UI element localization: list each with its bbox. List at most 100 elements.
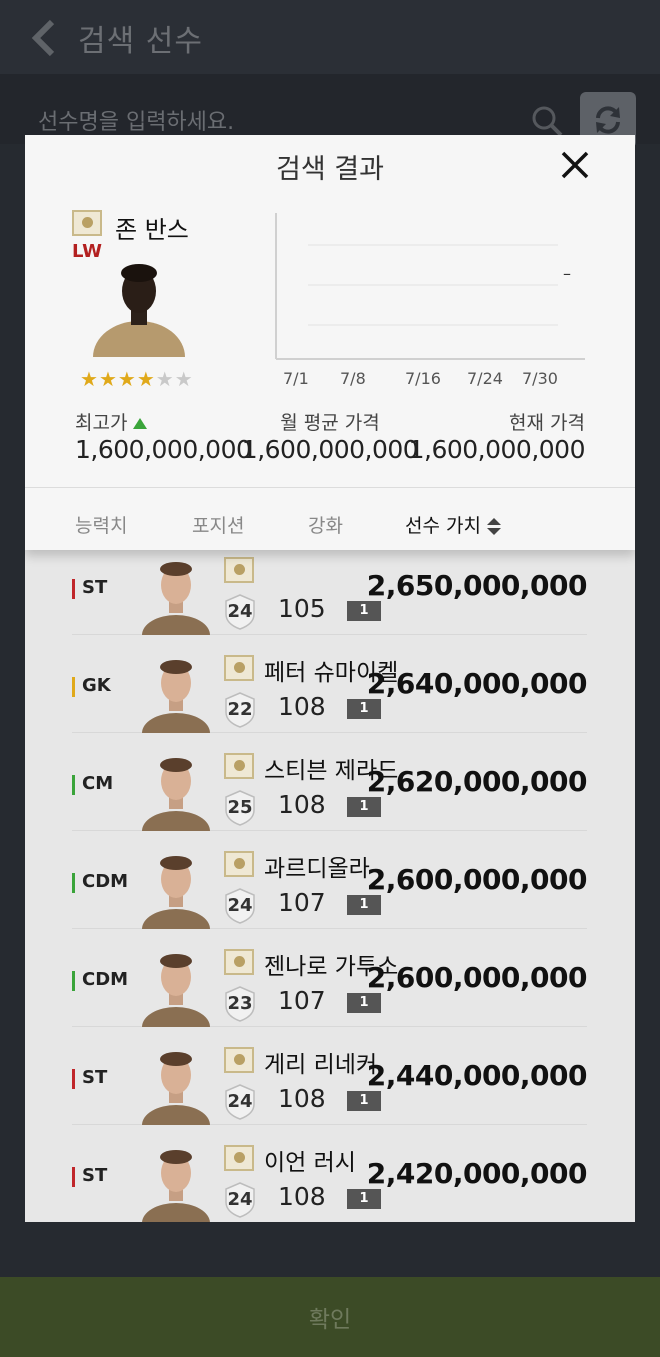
list-item[interactable]: GK 페터 슈마이켈 22 108 1 2,640,000,000 — [72, 635, 588, 733]
favorite-icon[interactable] — [224, 557, 254, 583]
overall-rating: 108 — [278, 1084, 326, 1113]
star-icon: ★ — [117, 367, 137, 391]
close-button[interactable] — [557, 147, 593, 183]
page-title: 검색 선수 — [78, 24, 203, 59]
x-tick-label: 7/24 — [467, 369, 503, 388]
list-item[interactable]: CDM 젠나로 가투소 23 107 1 2,600,000,000 — [72, 929, 588, 1027]
player-price: 2,650,000,000 — [366, 569, 588, 602]
enhance-grade-badge: 1 — [347, 797, 381, 817]
x-tick-label: 7/1 — [283, 369, 309, 388]
search-icon[interactable] — [530, 104, 564, 138]
season-number: 24 — [227, 1189, 253, 1210]
player-price: 2,420,000,000 — [366, 1157, 588, 1190]
player-photo — [142, 660, 210, 733]
list-item[interactable]: ST 이언 러시 24 108 1 2,420,000,000 — [72, 1125, 588, 1222]
player-price: 2,440,000,000 — [366, 1059, 588, 1092]
player-price: 2,640,000,000 — [366, 667, 588, 700]
favorite-icon[interactable] — [224, 949, 254, 975]
favorite-icon[interactable] — [224, 1047, 254, 1073]
player-name: 존 반스 — [115, 216, 189, 244]
sort-icon — [486, 517, 501, 536]
star-icon: ★ — [98, 367, 118, 391]
back-button[interactable] — [28, 18, 60, 58]
favorite-icon[interactable] — [224, 851, 254, 877]
tab-enhance[interactable]: 강화 — [308, 511, 343, 538]
x-tick-label: 7/30 — [522, 369, 558, 388]
star-icon: ★ — [80, 367, 99, 391]
tab-position[interactable]: 포지션 — [192, 511, 244, 538]
player-photo — [142, 1150, 210, 1222]
enhance-grade-badge: 1 — [347, 699, 381, 719]
season-badge: 25 — [224, 790, 256, 826]
modal-title: 검색 결과 — [276, 154, 384, 185]
player-name: 과르디올라 — [264, 856, 370, 882]
star-icon: ★ — [155, 367, 175, 391]
star-icon: ★ — [136, 367, 156, 391]
star-rating: ★★★★★★ — [80, 367, 194, 391]
position-color-bar — [72, 775, 75, 795]
player-photo — [142, 954, 210, 1027]
enhance-grade-badge: 1 — [347, 895, 381, 915]
current-price-label: 현재 가격 — [509, 412, 585, 434]
player-position: CM — [82, 773, 114, 794]
player-photo — [142, 856, 210, 929]
season-badge: 24 — [224, 1182, 256, 1218]
tab-player-value[interactable]: 선수 가치 — [405, 511, 501, 538]
list-item[interactable]: ST 24 105 1 2,650,000,000 — [72, 537, 588, 635]
modal-header: 검색 결과 존 반스 LW ★★★★★★ – 7/1 7/8 7/16 7/24… — [25, 135, 635, 550]
enhance-grade-badge: 1 — [347, 993, 381, 1013]
enhance-grade-badge: 1 — [347, 1189, 381, 1209]
overall-rating: 108 — [278, 692, 326, 721]
overall-rating: 108 — [278, 790, 326, 819]
search-result-modal: ST 24 105 1 2,650,000,000 GK 페터 슈마이켈 22 108 1 2,64… — [25, 135, 635, 1222]
player-name: 이언 러시 — [264, 1150, 356, 1176]
position-color-bar — [72, 971, 75, 991]
position-color-bar — [72, 579, 75, 599]
favorite-icon[interactable] — [224, 1145, 254, 1171]
list-item[interactable]: CM 스티븐 제라드 25 108 1 2,620,000,000 — [72, 733, 588, 831]
favorite-icon[interactable] — [72, 210, 102, 236]
season-badge: 22 — [224, 692, 256, 728]
season-number: 25 — [227, 797, 253, 818]
favorite-icon[interactable] — [224, 655, 254, 681]
player-price: 2,600,000,000 — [366, 863, 588, 896]
player-position: ST — [82, 577, 108, 598]
close-icon — [561, 151, 589, 179]
tab-stats[interactable]: 능력치 — [75, 511, 127, 538]
player-position: CDM — [82, 969, 129, 990]
player-position: GK — [82, 675, 111, 696]
season-number: 24 — [227, 601, 253, 622]
overall-rating: 107 — [278, 888, 326, 917]
tab-player-value-label: 선수 가치 — [405, 515, 481, 537]
season-badge: 24 — [224, 594, 256, 630]
price-chart: – — [275, 213, 585, 360]
overall-rating: 105 — [278, 594, 326, 623]
list-item[interactable]: ST 게리 리네커 24 108 1 2,440,000,000 — [72, 1027, 588, 1125]
x-tick-label: 7/8 — [340, 369, 366, 388]
x-tick-label: 7/16 — [405, 369, 441, 388]
top-bar: 검색 선수 — [0, 0, 660, 74]
season-number: 22 — [227, 699, 253, 720]
overall-rating: 107 — [278, 986, 326, 1015]
season-number: 24 — [227, 895, 253, 916]
player-position: CDM — [82, 871, 129, 892]
favorite-icon[interactable] — [224, 753, 254, 779]
season-badge: 24 — [224, 1084, 256, 1120]
position-color-bar — [72, 1069, 75, 1089]
position-color-bar — [72, 677, 75, 697]
enhance-grade-badge: 1 — [347, 601, 381, 621]
current-price-value: 1,600,000,000 — [408, 435, 586, 464]
season-number: 24 — [227, 1091, 253, 1112]
chevron-left-icon — [31, 19, 55, 57]
tab-bar: 능력치 포지션 강화 선수 가치 — [25, 487, 635, 550]
player-price: 2,600,000,000 — [366, 961, 588, 994]
confirm-button[interactable]: 확인 — [0, 1277, 660, 1357]
player-photo — [142, 1052, 210, 1125]
season-number: 23 — [227, 993, 253, 1014]
list-item[interactable]: CDM 과르디올라 24 107 1 2,600,000,000 — [72, 831, 588, 929]
position-color-bar — [72, 873, 75, 893]
star-icon: ★ — [174, 367, 194, 391]
player-position: ST — [82, 1165, 108, 1186]
player-position: ST — [82, 1067, 108, 1088]
player-price: 2,620,000,000 — [366, 765, 588, 798]
